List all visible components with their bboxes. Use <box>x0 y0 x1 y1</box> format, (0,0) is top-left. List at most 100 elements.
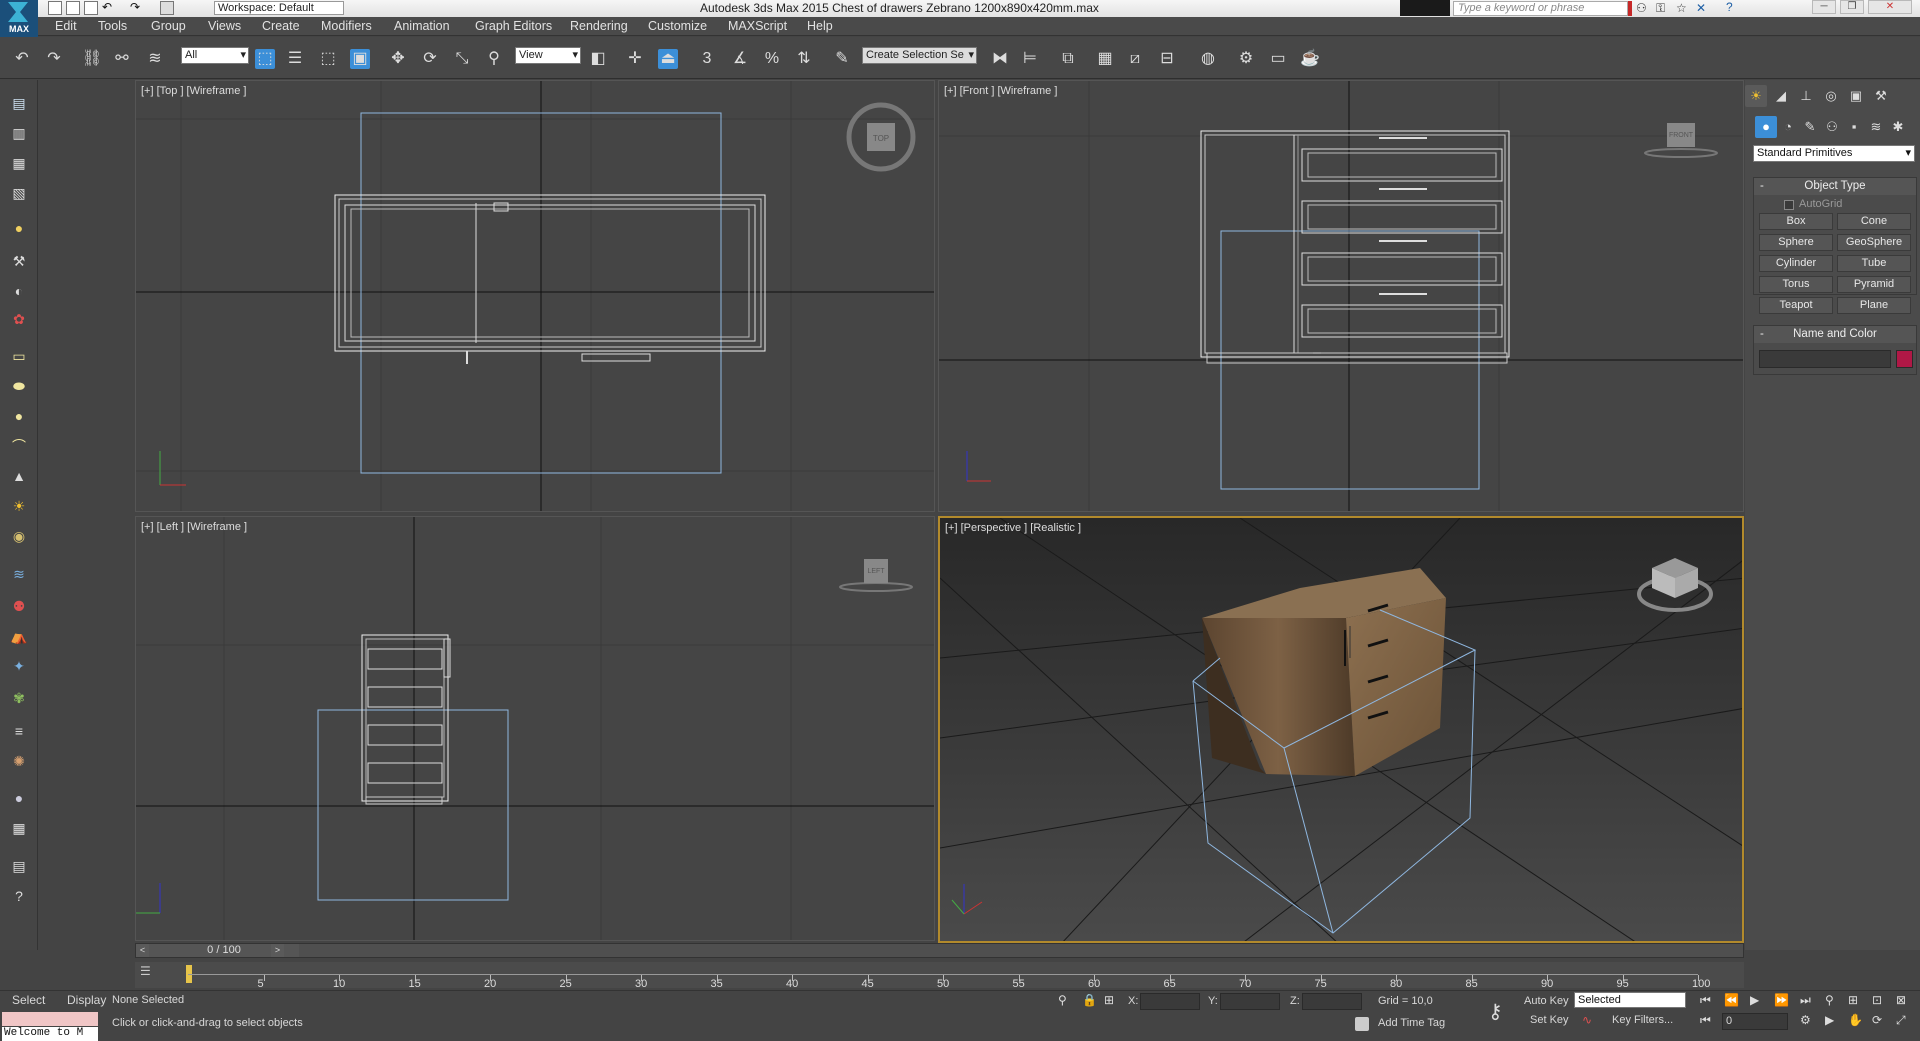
sphere-button[interactable]: Sphere <box>1759 234 1833 251</box>
binoculars-icon[interactable]: ⚇ <box>1636 1 1647 15</box>
isolate-icon[interactable]: ⚲ <box>1058 993 1067 1007</box>
geosphere-button[interactable]: GeoSphere <box>1837 234 1911 251</box>
scene-explorer-icon[interactable]: ▦ <box>1095 49 1115 69</box>
zoom-all-icon[interactable]: ⊞ <box>1848 993 1858 1007</box>
reference-coordinate-dropdown[interactable]: View <box>515 47 581 64</box>
play-icon[interactable]: ▶ <box>1750 993 1759 1007</box>
previous-frame-icon[interactable]: ⏪ <box>1724 993 1739 1007</box>
key-curve-icon[interactable]: ∿ <box>1582 1013 1592 1027</box>
bind-space-warp-icon[interactable]: ≋ <box>145 49 165 69</box>
max-logo[interactable]: MAX <box>0 0 38 38</box>
cone-button[interactable]: Cone <box>1837 213 1911 230</box>
modify-tab-icon[interactable]: ◢ <box>1770 85 1792 107</box>
strip-tool-6-icon[interactable]: ⚒ <box>7 250 31 272</box>
track-bar-menu-icon[interactable]: ☰ <box>140 964 160 980</box>
z-coordinate-input[interactable] <box>1302 993 1362 1010</box>
window-crossing-icon[interactable]: ▣ <box>350 49 370 69</box>
minimize-button[interactable]: ─ <box>1812 0 1836 14</box>
maximize-viewport-icon[interactable]: ⤢ <box>1896 1013 1906 1028</box>
strip-tool-8-icon[interactable]: ✿ <box>7 308 31 330</box>
strip-tool-15-icon[interactable]: ◉ <box>7 525 31 547</box>
edit-named-selection-icon[interactable]: ✎ <box>832 49 852 69</box>
auto-key-button[interactable]: Auto Key <box>1524 995 1569 1007</box>
undo-button[interactable]: ↶ <box>12 49 32 69</box>
strip-help-icon[interactable]: ? <box>7 885 31 907</box>
key-mode-toggle-icon[interactable]: ⏮ <box>1700 1013 1711 1028</box>
set-key-icon[interactable]: ⚷ <box>1488 999 1503 1024</box>
set-key-button[interactable]: Set Key <box>1530 1014 1569 1026</box>
box-button[interactable]: Box <box>1759 213 1833 230</box>
maximize-button[interactable]: ❐ <box>1840 0 1864 14</box>
menu-animation[interactable]: Animation <box>394 19 450 33</box>
teapot-button[interactable]: Teapot <box>1759 297 1833 314</box>
viewport-left[interactable]: [+] [Left ] [Wireframe ] LEFT <box>135 516 935 941</box>
viewport-top[interactable]: [+] [Top ] [Wireframe ] TOP <box>135 80 935 512</box>
object-name-input[interactable] <box>1759 350 1891 368</box>
strip-tool-21-icon[interactable]: ≡ <box>7 720 31 742</box>
autogrid-checkbox[interactable] <box>1784 200 1794 210</box>
zoom-extents-all-icon[interactable]: ⊠ <box>1896 993 1906 1007</box>
viewport-perspective-label[interactable]: [+] [Perspective ] [Realistic ] <box>945 522 1081 534</box>
go-to-start-icon[interactable]: ⏮ <box>1700 993 1711 1008</box>
hierarchy-tab-icon[interactable]: ⊥ <box>1795 85 1817 107</box>
keyboard-shortcut-override-icon[interactable]: ⏏ <box>658 49 678 69</box>
pivot-center-icon[interactable]: ◧ <box>588 49 608 69</box>
pan-icon[interactable]: ✋ <box>1848 1013 1863 1027</box>
save-icon[interactable] <box>84 1 98 15</box>
viewport-front[interactable]: [+] [Front ] [Wireframe ] FRONT <box>938 80 1744 512</box>
menu-maxscript[interactable]: MAXScript <box>728 19 787 33</box>
next-frame-icon[interactable]: ⏩ <box>1774 993 1789 1007</box>
rotate-icon[interactable]: ⟳ <box>420 49 440 69</box>
manipulate-icon[interactable]: ✛ <box>625 49 645 69</box>
menu-group[interactable]: Group <box>151 19 186 33</box>
strip-tool-13-icon[interactable]: ▲ <box>7 465 31 487</box>
orbit-icon[interactable]: ⟳ <box>1872 1013 1882 1027</box>
motion-tab-icon[interactable]: ◎ <box>1820 85 1842 107</box>
time-prev-icon[interactable]: < <box>136 944 149 957</box>
strip-tool-12-icon[interactable]: ⌒ <box>7 435 31 457</box>
link-icon[interactable]: ⛓ <box>82 49 102 69</box>
mirror-icon[interactable]: ⧓ <box>990 49 1010 69</box>
move-icon[interactable]: ✥ <box>388 49 408 69</box>
new-icon[interactable] <box>48 1 62 15</box>
maxscript-listener-input[interactable]: Welcome to M <box>2 1027 98 1041</box>
viewport-front-label[interactable]: [+] [Front ] [Wireframe ] <box>944 85 1057 97</box>
strip-tool-11-icon[interactable]: ● <box>7 405 31 427</box>
time-slider[interactable]: < 0 / 100 > <box>135 943 1744 958</box>
angle-snap-icon[interactable]: ∡ <box>730 49 750 69</box>
strip-tool-19-icon[interactable]: ✦ <box>7 655 31 677</box>
strip-tool-2-icon[interactable]: ▥ <box>7 122 31 144</box>
search-button[interactable] <box>1628 1 1632 16</box>
select-object-icon[interactable]: ⬚ <box>255 49 275 69</box>
redo-icon[interactable]: ↷ <box>130 0 140 14</box>
help-icon[interactable]: ? <box>1726 0 1733 14</box>
pyramid-button[interactable]: Pyramid <box>1837 276 1911 293</box>
x-coordinate-input[interactable] <box>1140 993 1200 1010</box>
strip-tool-1-icon[interactable]: ▤ <box>7 92 31 114</box>
strip-tool-3-icon[interactable]: ▦ <box>7 152 31 174</box>
time-config-icon[interactable]: ⚙ <box>1800 1013 1811 1027</box>
space-warps-icon[interactable]: ≋ <box>1865 116 1887 138</box>
strip-tool-25-icon[interactable]: ▤ <box>7 855 31 877</box>
strip-tool-24-icon[interactable]: ▦ <box>7 817 31 839</box>
menu-rendering[interactable]: Rendering <box>570 19 628 33</box>
workspace-dropdown[interactable]: Workspace: Default <box>214 1 344 15</box>
redo-button[interactable]: ↷ <box>44 49 64 69</box>
curve-editor-icon[interactable]: ⧄ <box>1125 49 1145 69</box>
key-filters-button[interactable]: Key Filters... <box>1612 1014 1673 1026</box>
add-time-tag[interactable]: Add Time Tag <box>1378 1017 1445 1029</box>
menu-views[interactable]: Views <box>208 19 241 33</box>
field-of-view-icon[interactable]: ▶ <box>1825 1013 1834 1027</box>
scale-icon[interactable]: ⤡ <box>452 49 472 69</box>
render-setup-icon[interactable]: ⚙ <box>1236 49 1256 69</box>
display-tab-icon[interactable]: ▣ <box>1845 85 1867 107</box>
menu-help[interactable]: Help <box>807 19 833 33</box>
zoom-icon[interactable]: ⚲ <box>1825 993 1834 1007</box>
strip-tool-10-icon[interactable]: ⬬ <box>7 375 31 397</box>
cameras-icon[interactable]: ⚇ <box>1821 116 1843 138</box>
menu-graph-editors[interactable]: Graph Editors <box>475 19 552 33</box>
plane-button[interactable]: Plane <box>1837 297 1911 314</box>
strip-tool-18-icon[interactable]: ⛺ <box>7 625 31 647</box>
utilities-tab-icon[interactable]: ⚒ <box>1870 85 1892 107</box>
tube-button[interactable]: Tube <box>1837 255 1911 272</box>
